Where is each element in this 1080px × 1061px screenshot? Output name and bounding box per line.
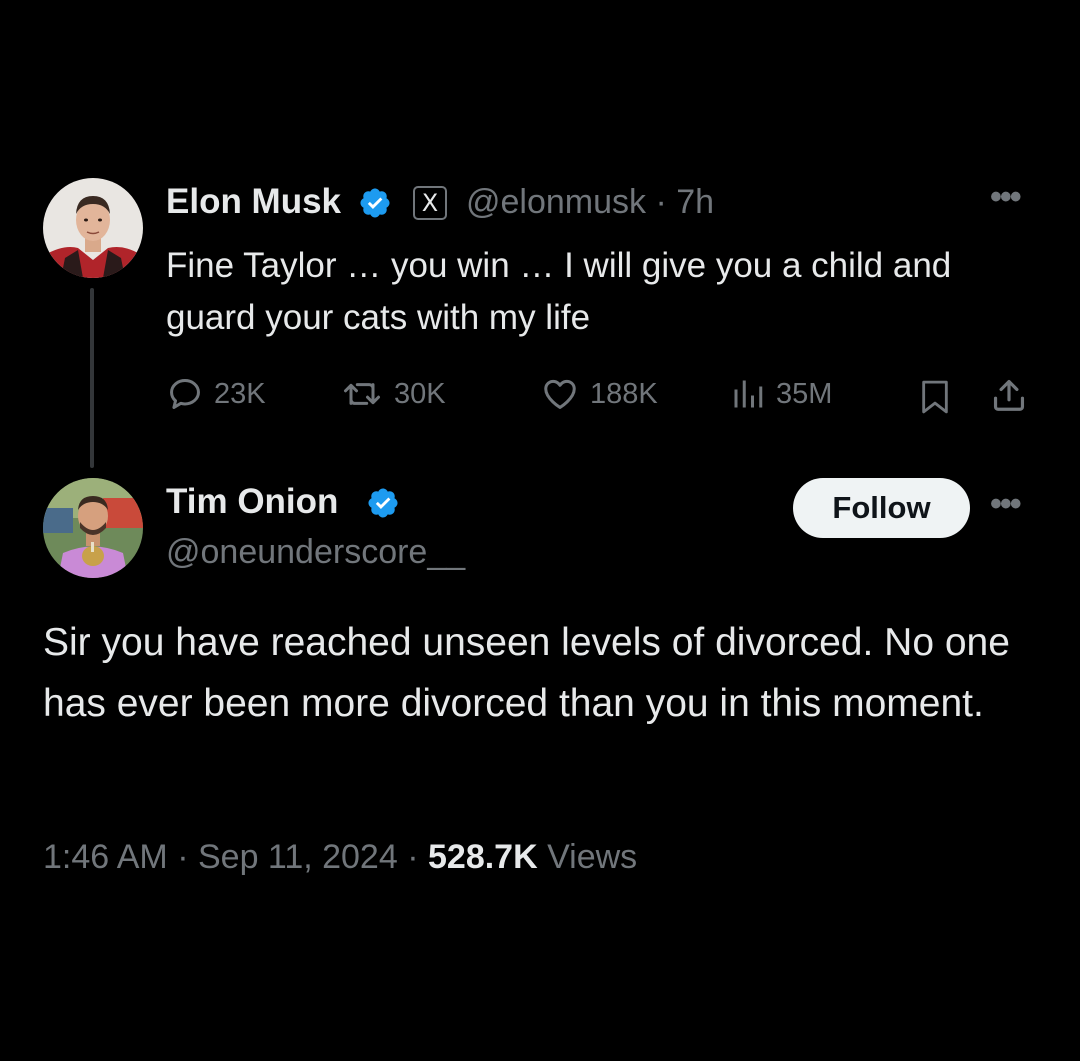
more-options-icon[interactable]: •••: [990, 485, 1022, 524]
like-button[interactable]: 188K: [540, 375, 658, 413]
separator-dot: ·: [177, 838, 189, 876]
views-count[interactable]: 528.7K: [428, 838, 538, 876]
tweet-text: Sir you have reached unseen levels of di…: [43, 621, 1010, 725]
reply-button[interactable]: 23K: [166, 375, 266, 413]
views-button[interactable]: 35M: [730, 375, 832, 413]
bookmark-icon: [922, 380, 948, 414]
reply-count: 23K: [214, 377, 266, 410]
views-count: 35M: [776, 377, 833, 410]
repost-icon: [344, 383, 380, 405]
x-affiliate-badge-icon: X: [413, 186, 447, 220]
follow-button[interactable]: Follow: [793, 478, 970, 538]
more-options-icon[interactable]: •••: [990, 178, 1022, 217]
bookmark-button[interactable]: [918, 378, 962, 416]
avatar[interactable]: [43, 178, 143, 278]
author-name[interactable]: Elon Musk: [166, 182, 341, 222]
reply-bubble-icon: [170, 379, 200, 409]
verified-badge-icon: [360, 188, 390, 218]
tweet-metadata: 1:46 AM · Sep 11, 2024 · 528.7K Views: [43, 838, 637, 877]
views-label: Views: [547, 838, 638, 876]
thread-connector-line: [90, 288, 94, 468]
tweet-time[interactable]: 7h: [676, 183, 714, 221]
author-handle[interactable]: @oneunderscore__: [166, 533, 465, 572]
tweet-text: Fine Taylor … you win … I will give you …: [166, 246, 952, 337]
repost-button[interactable]: 30K: [340, 375, 446, 413]
repost-count: 30K: [394, 377, 446, 410]
avatar[interactable]: [43, 478, 143, 578]
analytics-bars-icon: [734, 380, 763, 408]
like-count: 188K: [590, 377, 658, 410]
verified-badge-icon: [368, 488, 398, 518]
separator-dot: ·: [407, 838, 419, 876]
share-upload-icon: [993, 379, 1025, 411]
author-name[interactable]: Tim Onion: [166, 482, 338, 522]
separator-dot: ·: [655, 183, 667, 221]
tweet-time[interactable]: 1:46 AM: [43, 838, 168, 876]
heart-icon: [544, 379, 576, 409]
tweet-date[interactable]: Sep 11, 2024: [198, 838, 398, 876]
share-button[interactable]: [990, 376, 1038, 414]
handle-line: @elonmusk · 7h: [466, 183, 714, 222]
author-handle[interactable]: @elonmusk: [466, 183, 646, 221]
